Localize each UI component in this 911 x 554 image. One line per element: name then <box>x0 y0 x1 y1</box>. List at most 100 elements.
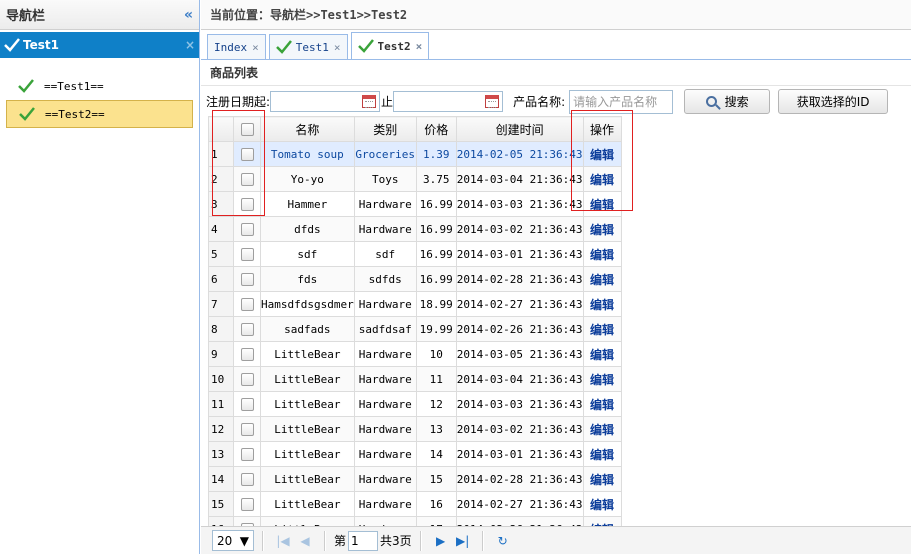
edit-link[interactable]: 编辑 <box>590 373 614 387</box>
table-row[interactable]: 1 Tomato soup Groceries 1.39 2014-02-05 21:3… <box>208 141 622 167</box>
page-number-input[interactable] <box>348 530 379 551</box>
table-row[interactable]: 10 LittleBear Hardware 11 2014-03-04 21:36:4… <box>208 366 622 392</box>
row-checkbox[interactable] <box>240 372 254 386</box>
cell-price: 16 <box>415 491 457 517</box>
row-checkbox[interactable] <box>240 422 254 436</box>
row-checkbox[interactable] <box>240 397 254 411</box>
column-header-price[interactable]: 价格 <box>415 116 457 142</box>
cell-name: LittleBear <box>260 366 355 392</box>
row-checkbox[interactable] <box>240 197 254 211</box>
table-row[interactable]: 15 LittleBear Hardware 16 2014-02-27 21:36:4… <box>208 491 622 517</box>
check-icon <box>19 107 35 121</box>
table-row[interactable]: 13 LittleBear Hardware 14 2014-03-01 21:36:4… <box>208 441 622 467</box>
cell-name: fds <box>260 266 355 292</box>
row-checkbox[interactable] <box>240 272 254 286</box>
row-checkbox[interactable] <box>240 447 254 461</box>
table-row[interactable]: 6 fds sdfds 16.99 2014-02-28 21:36:43 编辑 <box>208 266 622 292</box>
app-root: 导航栏 « Test1 × ==Test1== ==Test2== 当前位置：导… <box>0 0 911 554</box>
group-close-icon[interactable]: × <box>185 38 195 52</box>
row-checkbox-cell <box>233 466 261 492</box>
cell-action: 编辑 <box>582 466 622 492</box>
table-row[interactable]: 12 LittleBear Hardware 13 2014-03-02 21:36:4… <box>208 416 622 442</box>
row-checkbox[interactable] <box>240 297 254 311</box>
column-header-created[interactable]: 创建时间 <box>455 116 584 142</box>
table-row[interactable]: 11 LittleBear Hardware 12 2014-03-03 21:36:4… <box>208 391 622 417</box>
table-row[interactable]: 7 Hamsdfdsgsdmer Hardware 18.99 2014-02-27 2… <box>208 291 622 317</box>
search-button[interactable]: 搜索 <box>684 89 771 114</box>
row-number-header <box>208 116 234 142</box>
refresh-button[interactable]: ↻ <box>492 530 514 552</box>
edit-link[interactable]: 编辑 <box>590 298 614 312</box>
edit-link[interactable]: 编辑 <box>590 323 614 337</box>
sidebar-item-test1[interactable]: ==Test1== <box>6 72 193 100</box>
edit-link[interactable]: 编辑 <box>590 248 614 262</box>
tab-close-icon[interactable]: × <box>416 40 423 53</box>
first-page-button[interactable]: |◀ <box>272 530 294 552</box>
cell-created: 2014-02-26 21:36:43 <box>455 516 584 526</box>
row-number: 13 <box>208 441 234 467</box>
row-checkbox[interactable] <box>240 497 254 511</box>
calendar-icon[interactable] <box>362 95 377 108</box>
row-checkbox[interactable] <box>240 472 254 486</box>
date-start-label: 注册日期起: <box>206 95 271 109</box>
table-row[interactable]: 14 LittleBear Hardware 15 2014-02-28 21:36:4… <box>208 466 622 492</box>
tab-close-icon[interactable]: × <box>252 41 259 54</box>
search-button-label: 搜索 <box>724 95 749 109</box>
tab-index[interactable]: Index × <box>207 34 266 59</box>
cell-action: 编辑 <box>582 241 622 267</box>
search-toolbar: 注册日期起: 止 产品名称: 搜索 获取选择的ID <box>201 86 911 117</box>
cell-action: 编辑 <box>582 191 622 217</box>
table-row[interactable]: 5 sdf sdf 16.99 2014-03-01 21:36:43 编辑 <box>208 241 622 267</box>
table-row[interactable]: 4 dfds Hardware 16.99 2014-03-02 21:36:43 编辑 <box>208 216 622 242</box>
edit-link[interactable]: 编辑 <box>590 173 614 187</box>
table-row[interactable]: 3 Hammer Hardware 16.99 2014-03-03 21:36:43 编… <box>208 191 622 217</box>
table-row[interactable]: 2 Yo-yo Toys 3.75 2014-03-04 21:36:43 编辑 <box>208 166 622 192</box>
date-start-input[interactable] <box>270 91 381 112</box>
edit-link[interactable]: 编辑 <box>590 498 614 512</box>
cell-category: Hardware <box>353 216 417 242</box>
edit-link[interactable]: 编辑 <box>590 198 614 212</box>
product-name-input[interactable] <box>569 89 674 114</box>
prev-page-button[interactable]: ◀ <box>294 530 316 552</box>
tab-close-icon[interactable]: × <box>334 41 341 54</box>
row-checkbox[interactable] <box>240 347 254 361</box>
next-page-button[interactable]: ▶ <box>430 530 452 552</box>
cell-category: Toys <box>353 166 417 192</box>
prev-page-icon: ◀ <box>300 533 310 548</box>
cell-action: 编辑 <box>582 441 622 467</box>
row-checkbox[interactable] <box>240 322 254 336</box>
tab-test1[interactable]: Test1 × <box>268 34 348 59</box>
date-end-input[interactable] <box>393 91 504 112</box>
row-number: 2 <box>208 166 234 192</box>
table-row[interactable]: 16 LittleBearHardware172014-02-26 21:36:4… <box>208 516 622 526</box>
edit-link[interactable]: 编辑 <box>590 223 614 237</box>
column-header-category[interactable]: 类别 <box>353 116 417 142</box>
column-header-name[interactable]: 名称 <box>260 116 355 142</box>
edit-link[interactable]: 编辑 <box>590 348 614 362</box>
row-checkbox[interactable] <box>240 247 254 261</box>
cell-name: Hamsdfdsgsdmer <box>260 291 355 317</box>
sidebar-item-test2[interactable]: ==Test2== <box>6 100 193 128</box>
sidebar-group-test1[interactable]: Test1 × <box>0 32 199 58</box>
edit-link[interactable]: 编辑 <box>590 448 614 462</box>
get-selected-ids-button[interactable]: 获取选择的ID <box>778 89 889 114</box>
table-row[interactable]: 8 sadfads sadfdsaf 19.99 2014-02-26 21:36:43… <box>208 316 622 342</box>
edit-link[interactable]: 编辑 <box>590 398 614 412</box>
collapse-icon[interactable]: « <box>184 7 193 23</box>
page-prefix-label: 第 <box>334 534 347 548</box>
edit-link[interactable]: 编辑 <box>590 273 614 287</box>
page-size-select[interactable]: 20 ▼ <box>212 530 254 551</box>
row-checkbox[interactable] <box>240 222 254 236</box>
last-page-button[interactable]: ▶| <box>452 530 474 552</box>
edit-link[interactable]: 编辑 <box>590 423 614 437</box>
table-row[interactable]: 9 LittleBear Hardware 10 2014-03-05 21:36:43… <box>208 341 622 367</box>
sidebar-item-label: ==Test1== <box>44 79 104 93</box>
calendar-icon[interactable] <box>485 95 500 108</box>
row-checkbox[interactable] <box>240 147 254 161</box>
edit-link[interactable]: 编辑 <box>590 148 614 162</box>
row-checkbox[interactable] <box>240 172 254 186</box>
edit-link[interactable]: 编辑 <box>590 473 614 487</box>
tab-test2[interactable]: Test2 × <box>350 32 430 59</box>
cell-created: 2014-03-04 21:36:43 <box>455 366 584 392</box>
select-all-checkbox[interactable] <box>240 123 254 136</box>
